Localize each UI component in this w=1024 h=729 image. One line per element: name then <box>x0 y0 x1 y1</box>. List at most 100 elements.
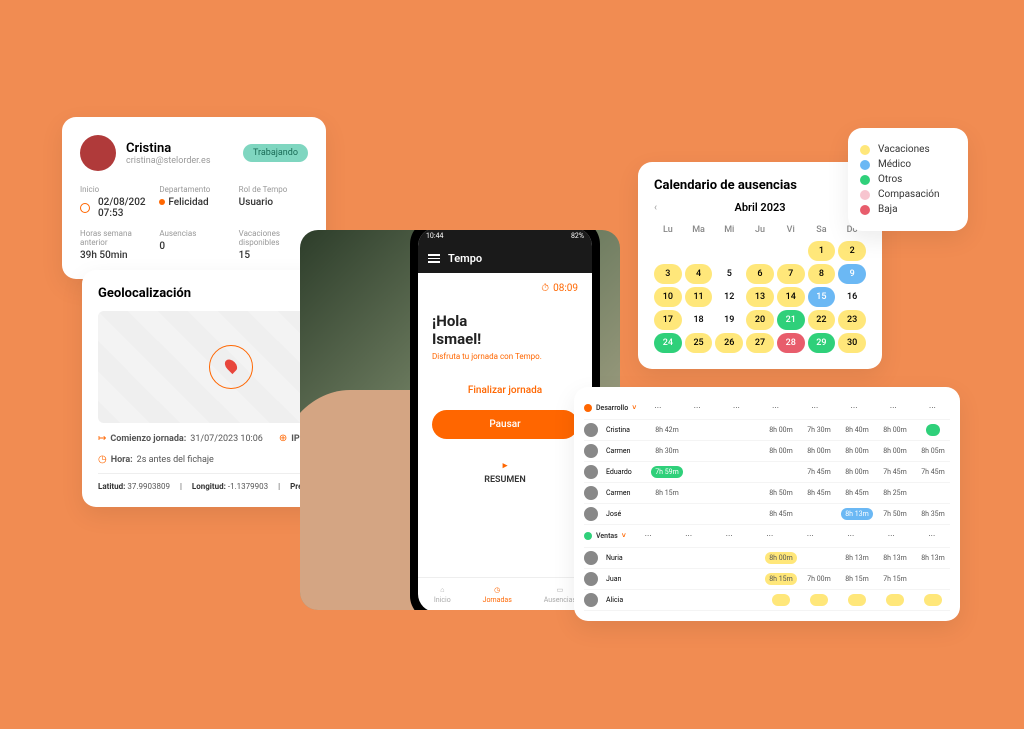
table-cell: 8h 05m <box>916 447 950 455</box>
play-icon: ▸ <box>503 461 508 471</box>
calendar-cell[interactable]: 23 <box>838 310 866 330</box>
legend-dot-icon <box>860 175 870 185</box>
tab-ausencias[interactable]: ▭Ausencias <box>544 586 576 604</box>
calendar-cell[interactable]: 7 <box>777 264 805 284</box>
chevron-down-icon: ˅ <box>622 532 626 540</box>
table-cell: 8h 15m <box>764 573 798 585</box>
hours-label: Horas semana anterior <box>80 229 149 247</box>
abs-label: Ausencias <box>159 229 228 238</box>
legend-card: VacacionesMédicoOtrosCompasaciónBaja <box>848 128 968 231</box>
calendar-cell[interactable]: 25 <box>685 333 713 353</box>
app-header: Tempo <box>418 244 592 273</box>
calendar-cell[interactable]: 11 <box>685 287 713 307</box>
table-row: Alicia <box>584 590 950 611</box>
table-cell: 8h 25m <box>878 489 912 497</box>
calendar-cell[interactable]: 15 <box>808 287 836 307</box>
calendar-day-head: Sa <box>808 222 836 238</box>
table-cell: 8h 13m <box>840 508 874 520</box>
legend-item: Baja <box>860 204 956 215</box>
table-cell: 7h 45m <box>878 468 912 476</box>
table-row: Cristina8h 42m8h 00m7h 30m8h 40m8h 00m <box>584 420 950 441</box>
calendar-grid: LuMaMiJuViSaDo12345678910111213141516171… <box>654 222 866 353</box>
calendar-cell[interactable]: 27 <box>746 333 774 353</box>
geo-hour: ◷Hora: 2s antes del fichaje <box>98 454 214 465</box>
calendar-cell[interactable]: 1 <box>808 241 836 261</box>
calendar-cell[interactable]: 8 <box>808 264 836 284</box>
avatar <box>584 572 598 586</box>
table-cell: 8h 00m <box>764 426 798 434</box>
legend-item: Médico <box>860 159 956 170</box>
calendar-cell[interactable]: 20 <box>746 310 774 330</box>
end-shift-button[interactable]: Finalizar jornada <box>432 379 578 402</box>
table-cell: 8h 00m <box>878 426 912 434</box>
table-cell: 8h 15m <box>650 489 684 497</box>
clock-icon: ◷ <box>98 454 107 465</box>
row-name: Carmen <box>606 447 646 455</box>
table-row: José8h 45m8h 13m7h 50m8h 35m <box>584 504 950 525</box>
timer: ⏱08:09 <box>418 273 592 304</box>
geo-lat: Latitud: 37.9903809 <box>98 482 170 491</box>
calendar-cell[interactable]: 16 <box>838 287 866 307</box>
table-row: Nuria8h 00m8h 13m8h 13m8h 13m <box>584 548 950 569</box>
status-badge: Trabajando <box>243 144 308 162</box>
phone-mockup: 10:4482% Tempo ⏱08:09 ¡HolaIsmael! Disfr… <box>300 230 620 610</box>
calendar-cell[interactable]: 19 <box>715 310 743 330</box>
resumen-section[interactable]: ▸ RESUMEN <box>418 461 592 485</box>
table-cell: 7h 30m <box>802 426 836 434</box>
row-name: Nuria <box>606 554 646 562</box>
calendar-cell[interactable]: 10 <box>654 287 682 307</box>
calendar-cell[interactable]: 24 <box>654 333 682 353</box>
calendar-cell[interactable]: 13 <box>746 287 774 307</box>
role-label: Rol de Tempo <box>239 185 308 194</box>
row-name: Alicia <box>606 596 646 604</box>
table-cell: 8h 00m <box>764 552 798 564</box>
calendar-cell[interactable]: 14 <box>777 287 805 307</box>
calendar-cell[interactable]: 28 <box>777 333 805 353</box>
table-cell: 8h 00m <box>764 447 798 455</box>
absence-calendar: Calendario de ausencias ‹ Abril 2023 › L… <box>638 162 882 369</box>
table-row: Eduardo7h 59m7h 45m8h 00m7h 45m7h 45m <box>584 462 950 483</box>
table-cell: 8h 00m <box>840 468 874 476</box>
table-cell: 8h 30m <box>650 447 684 455</box>
calendar-cell[interactable]: 21 <box>777 310 805 330</box>
vac-label: Vacaciones disponibles <box>239 229 308 247</box>
tab-jornadas[interactable]: ◷Jornadas <box>483 586 512 604</box>
dept-header[interactable]: Ventas ˅ <box>584 528 626 544</box>
calendar-cell[interactable]: 9 <box>838 264 866 284</box>
hamburger-icon[interactable] <box>428 254 440 263</box>
avatar <box>584 423 598 437</box>
calendar-cell[interactable]: 4 <box>685 264 713 284</box>
calendar-title: Calendario de ausencias <box>654 178 866 193</box>
calendar-cell[interactable]: 26 <box>715 333 743 353</box>
status-bar: 10:4482% <box>418 230 592 244</box>
calendar-cell[interactable]: 17 <box>654 310 682 330</box>
table-cell: 8h 50m <box>764 489 798 497</box>
map-pin-icon <box>209 345 253 389</box>
calendar-cell[interactable]: 2 <box>838 241 866 261</box>
calendar-cell <box>715 241 743 261</box>
pause-button[interactable]: Pausar <box>432 410 578 439</box>
table-cell <box>878 594 912 606</box>
legend-dot-icon <box>860 190 870 200</box>
table-cell <box>764 594 798 606</box>
calendar-cell[interactable]: 6 <box>746 264 774 284</box>
calendar-cell[interactable]: 12 <box>715 287 743 307</box>
clock-icon: ◷ <box>494 586 500 594</box>
calendar-day-head: Lu <box>654 222 682 238</box>
tab-inicio[interactable]: ⌂Inicio <box>434 586 451 604</box>
calendar-cell[interactable]: 29 <box>808 333 836 353</box>
greeting: ¡HolaIsmael! <box>432 312 578 348</box>
calendar-cell[interactable]: 18 <box>685 310 713 330</box>
calendar-month: Abril 2023 <box>735 201 786 214</box>
start-label: Inicio <box>80 185 149 194</box>
calendar-icon: ▭ <box>557 586 564 594</box>
calendar-cell[interactable]: 30 <box>838 333 866 353</box>
dept-header[interactable]: Desarrollo ˅ <box>584 400 636 416</box>
calendar-cell[interactable]: 22 <box>808 310 836 330</box>
avatar <box>80 135 116 171</box>
calendar-cell[interactable]: 3 <box>654 264 682 284</box>
profile-email: cristina@stelorder.es <box>126 156 210 166</box>
prev-month-button[interactable]: ‹ <box>654 202 657 213</box>
calendar-cell[interactable]: 5 <box>715 264 743 284</box>
table-cell: 7h 45m <box>802 468 836 476</box>
